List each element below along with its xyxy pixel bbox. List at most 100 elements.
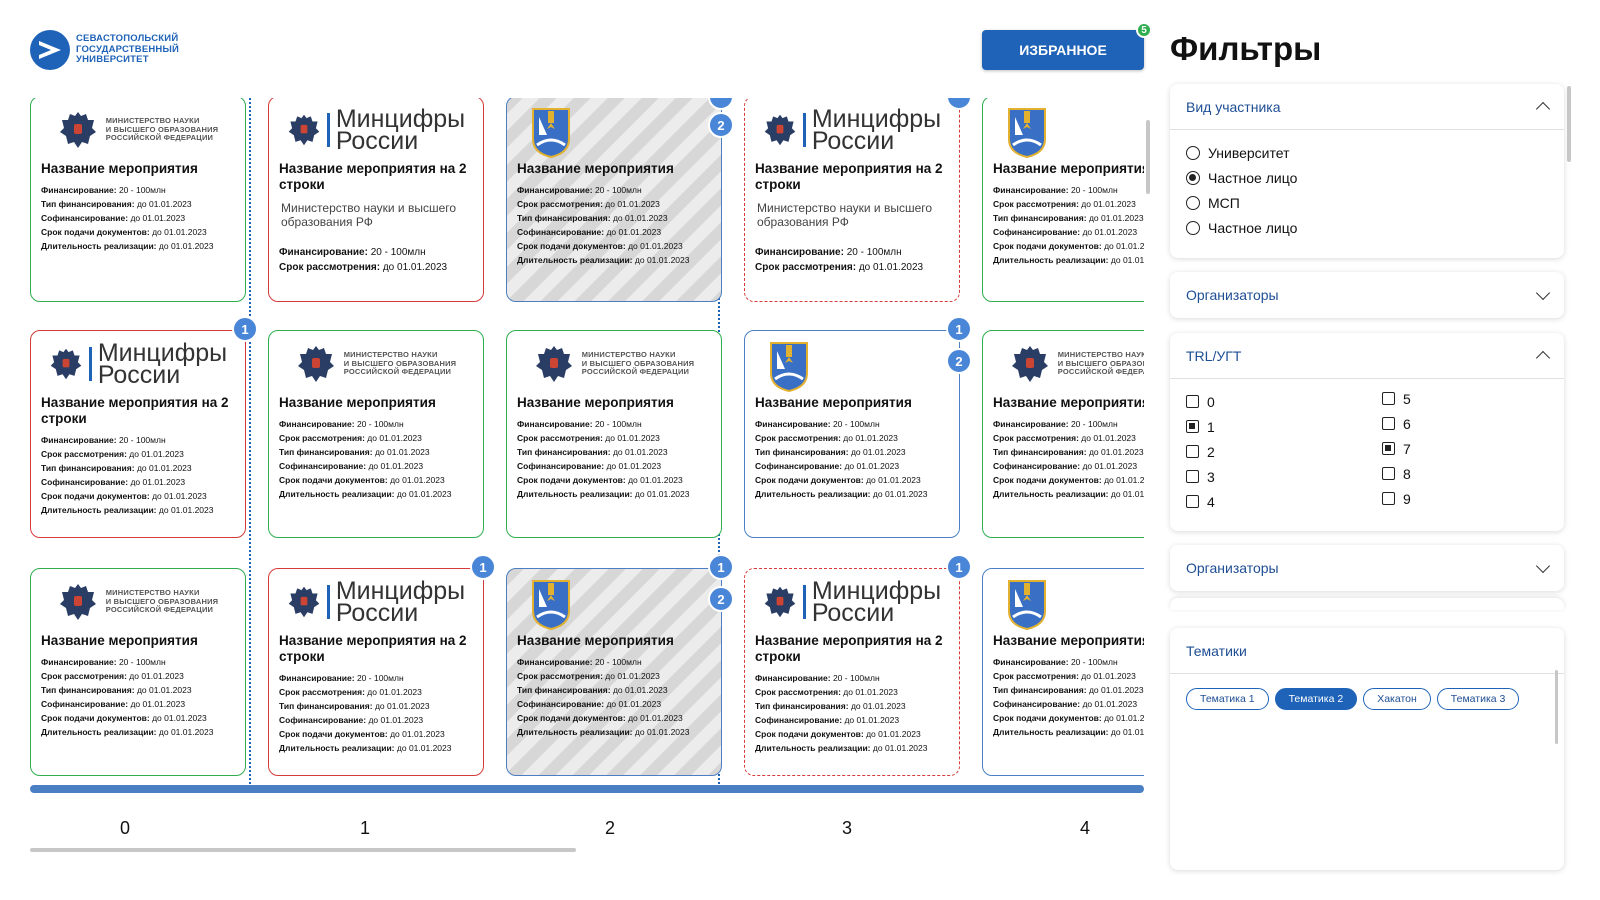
property-value: до 01.01.2023 xyxy=(1110,255,1144,265)
event-title: Название мероприятия xyxy=(41,633,198,648)
property-label: Срок подачи документов: xyxy=(517,241,626,251)
event-property: Длительность реализации: до 01.01.2023 xyxy=(41,725,235,739)
property-label: Тип финансирования: xyxy=(279,447,373,457)
property-label: Длительность реализации: xyxy=(755,743,871,753)
topic-chip[interactable]: Тематика 2 xyxy=(1274,688,1358,710)
property-value: до 01.01.2023 xyxy=(850,701,906,711)
event-card[interactable]: Название мероприятия Финансирование: 20 -… xyxy=(506,568,722,776)
event-card[interactable]: МИНИСТЕРСТВО НАУКИИ ВЫСШЕГО ОБРАЗОВАНИЯР… xyxy=(30,98,246,302)
event-property: Тип финансирования: до 01.01.2023 xyxy=(279,699,473,713)
filters-title: Фильтры xyxy=(1170,30,1322,67)
trl-checkbox-option[interactable]: 4 xyxy=(1186,489,1382,514)
property-label: Софинансирование: xyxy=(517,227,605,237)
event-property: Длительность реализации: до 01.01.2023 xyxy=(755,487,949,501)
trl-checkbox-option[interactable]: 6 xyxy=(1382,411,1411,436)
filters-vertical-scrollbar[interactable] xyxy=(1567,86,1571,162)
event-card[interactable]: Название мероприятия Финансирование: 20 -… xyxy=(506,98,722,302)
property-value: до 01.01.2023 xyxy=(1082,699,1138,709)
property-value: до 01.01.2023 xyxy=(612,447,668,457)
event-property: Срок рассмотрения: до 01.01.2023 xyxy=(279,431,473,445)
event-title: Название мероприятия на 2 строки xyxy=(41,395,229,426)
organizers-filter-header[interactable]: Организаторы xyxy=(1170,272,1564,318)
property-value: до 01.01.2023 xyxy=(606,227,662,237)
property-value: до 01.01.2023 xyxy=(605,433,660,443)
coat-of-arms-icon xyxy=(529,577,573,631)
board-vertical-scrollbar[interactable] xyxy=(1146,120,1150,194)
ministry-logo-block: МИНИСТЕРСТВО НАУКИИ ВЫСШЕГО ОБРАЗОВАНИЯР… xyxy=(296,342,457,386)
property-label: Длительность реализации: xyxy=(755,489,871,499)
radio-label: Частное лицо xyxy=(1208,169,1298,186)
trl-checkbox-option[interactable]: 9 xyxy=(1382,486,1411,511)
event-card[interactable]: Минцифры России Название мероприятия на 2 … xyxy=(744,568,960,776)
event-properties: Финансирование: 20 - 100млн Срок рассмотр… xyxy=(31,655,245,739)
trl-checkbox-option[interactable]: 3 xyxy=(1186,464,1382,489)
trl-checkbox-option[interactable]: 5 xyxy=(1382,386,1411,411)
event-card[interactable]: Минцифры России Название мероприятия на 2 … xyxy=(268,568,484,776)
topic-chip[interactable]: Тематика 1 xyxy=(1186,688,1269,710)
ministry-line: РОССИЙСКОЙ ФЕДЕРАЦИИ xyxy=(1057,367,1144,377)
event-property: Финансирование: 20 - 100млн xyxy=(41,433,235,447)
event-card[interactable]: Название мероприятия Финансирование: 20 -… xyxy=(744,330,960,538)
event-card[interactable]: МИНИСТЕРСТВО НАУКИИ ВЫСШЕГО ОБРАЗОВАНИЯР… xyxy=(268,330,484,538)
participant-filter-header[interactable]: Вид участника xyxy=(1170,84,1564,130)
event-card[interactable]: Минцифры России Название мероприятия на 2 … xyxy=(268,98,484,302)
mincifry-line: России xyxy=(335,599,419,627)
property-label: Срок рассмотрения: xyxy=(279,433,365,443)
favorites-button[interactable]: ИЗБРАННОЕ 5 xyxy=(982,22,1152,70)
event-property: Срок рассмотрения: до 01.01.2023 xyxy=(993,197,1144,211)
trl-checkbox-option[interactable]: 1 xyxy=(1186,414,1382,439)
event-card[interactable]: Минцифры России Название мероприятия на 2 … xyxy=(744,98,960,302)
horizontal-scrollbar[interactable] xyxy=(30,848,576,852)
property-value: до 01.01.2023 xyxy=(844,715,900,725)
trl-checkbox-option[interactable]: 0 xyxy=(1186,389,1382,414)
event-properties: Финансирование: 20 - 100млн Тип финансир… xyxy=(31,183,245,253)
event-property: Срок подачи документов: до 01.01.2023 xyxy=(517,711,711,725)
trl-checkbox-option[interactable]: 2 xyxy=(1186,439,1382,464)
radio-option[interactable]: Частное лицо xyxy=(1170,215,1564,240)
event-property: Срок подачи документов: до 01.01.2023 xyxy=(993,711,1144,725)
property-value: до 01.01.2023 xyxy=(130,699,186,709)
event-property: Финансирование: 20 - 100млн xyxy=(517,417,711,431)
event-property: Срок рассмотрения: до 01.01.2023 xyxy=(279,260,473,275)
event-card[interactable]: Минцифры России Название мероприятия на 2 … xyxy=(30,330,246,538)
trl-filter-header[interactable]: TRL/УГТ xyxy=(1170,333,1564,379)
event-property: Срок рассмотрения: до 01.01.2023 xyxy=(517,197,711,211)
event-property: Срок подачи документов: до 01.01.2023 xyxy=(517,473,711,487)
checkbox-label: 1 xyxy=(1207,418,1215,435)
organizers-filter-header-2[interactable]: Организаторы xyxy=(1170,545,1564,591)
university-logo[interactable]: СЕВАСТОПОЛЬСКИЙ ГОСУДАРСТВЕННЫЙ УНИВЕРСИ… xyxy=(30,30,179,70)
trl-checkbox-option[interactable]: 7 xyxy=(1382,436,1411,461)
mincifry-logo-block: Минцифры России xyxy=(287,579,465,627)
event-property: Длительность реализации: до 01.01.2023 xyxy=(993,253,1144,267)
property-value: 20 - 100млн xyxy=(118,657,166,667)
card-count-badge-2: 2 xyxy=(946,348,972,374)
ministry-line: РОССИЙСКОЙ ФЕДЕРАЦИИ xyxy=(343,367,452,377)
radio-option[interactable]: Университет xyxy=(1170,140,1564,165)
event-card[interactable]: Название мероприятия Финансирование: 20 -… xyxy=(982,98,1144,302)
event-property: Тип финансирования: до 01.01.2023 xyxy=(993,445,1144,459)
organizers-filter-panel: Организаторы xyxy=(1170,272,1564,318)
event-card[interactable]: МИНИСТЕРСТВО НАУКИИ ВЫСШЕГО ОБРАЗОВАНИЯР… xyxy=(30,568,246,776)
event-card[interactable]: МИНИСТЕРСТВО НАУКИИ ВЫСШЕГО ОБРАЗОВАНИЯР… xyxy=(982,330,1144,538)
topics-scrollbar[interactable] xyxy=(1555,670,1558,744)
eagle-emblem-icon xyxy=(287,583,321,621)
property-label: Финансирование: xyxy=(279,673,355,683)
mincifry-logo-block: Минцифры России xyxy=(763,579,941,626)
topic-chip[interactable]: Тематика 3 xyxy=(1436,688,1520,710)
event-property: Срок рассмотрения: до 01.01.2023 xyxy=(517,669,711,683)
property-label: Софинансирование: xyxy=(993,699,1081,709)
event-property: Срок подачи документов: до 01.01.2023 xyxy=(279,727,473,741)
coat-of-arms-logo xyxy=(745,331,959,393)
topics-filter-label: Тематики xyxy=(1186,642,1247,659)
topic-chip[interactable]: Хакатон xyxy=(1363,688,1431,710)
radio-option[interactable]: Частное лицо xyxy=(1170,165,1564,190)
topics-filter-header[interactable]: Тематики xyxy=(1170,628,1564,674)
event-property: Тип финансирования: до 01.01.2023 xyxy=(41,461,235,475)
card-count-badge-2: 2 xyxy=(708,586,734,612)
event-card[interactable]: МИНИСТЕРСТВО НАУКИИ ВЫСШЕГО ОБРАЗОВАНИЯР… xyxy=(506,330,722,538)
event-card[interactable]: Название мероприятия Финансирование: 20 -… xyxy=(982,568,1144,776)
event-title: Название мероприятия xyxy=(517,161,674,176)
radio-option[interactable]: МСП xyxy=(1170,190,1564,215)
trl-checkbox-option[interactable]: 8 xyxy=(1382,461,1411,486)
event-property: Софинансирование: до 01.01.2023 xyxy=(993,459,1144,473)
